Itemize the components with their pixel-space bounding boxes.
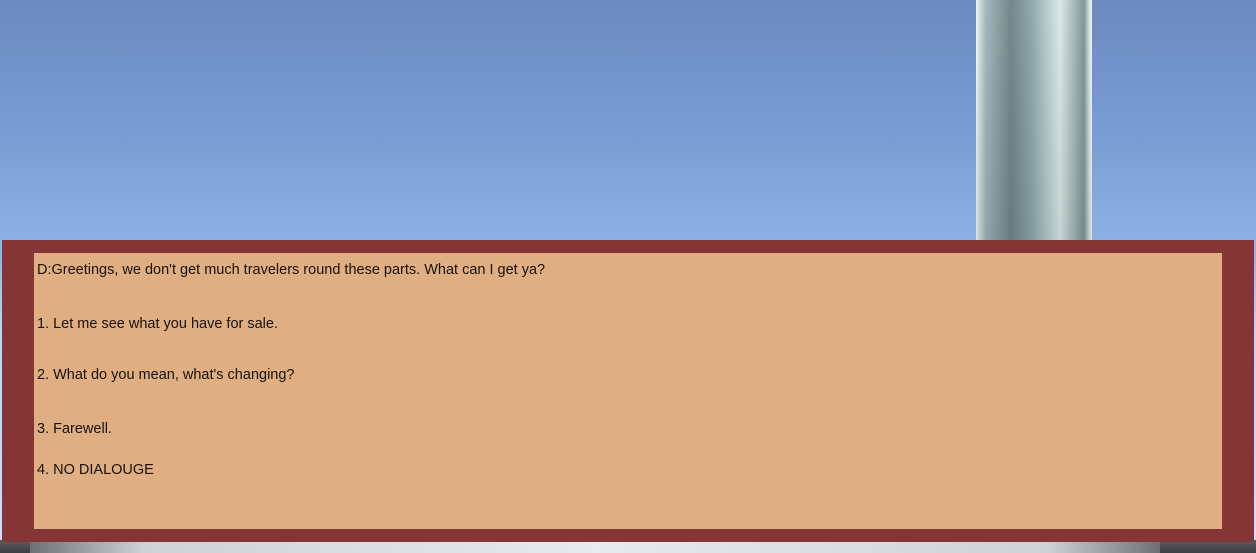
ground-highlight [30, 542, 1160, 553]
dialogue-box-frame: D:Greetings, we don't get much travelers… [2, 240, 1254, 542]
dialogue-option-1[interactable]: 1. Let me see what you have for sale. [37, 315, 278, 333]
dialogue-option-4[interactable]: 4. NO DIALOUGE [37, 461, 154, 479]
dialogue-option-2[interactable]: 2. What do you mean, what's changing? [37, 366, 294, 384]
dialogue-panel: D:Greetings, we don't get much travelers… [34, 253, 1222, 529]
game-scene: D:Greetings, we don't get much travelers… [0, 0, 1256, 553]
dialogue-option-3[interactable]: 3. Farewell. [37, 420, 112, 438]
npc-dialogue-text: D:Greetings, we don't get much travelers… [37, 262, 546, 278]
